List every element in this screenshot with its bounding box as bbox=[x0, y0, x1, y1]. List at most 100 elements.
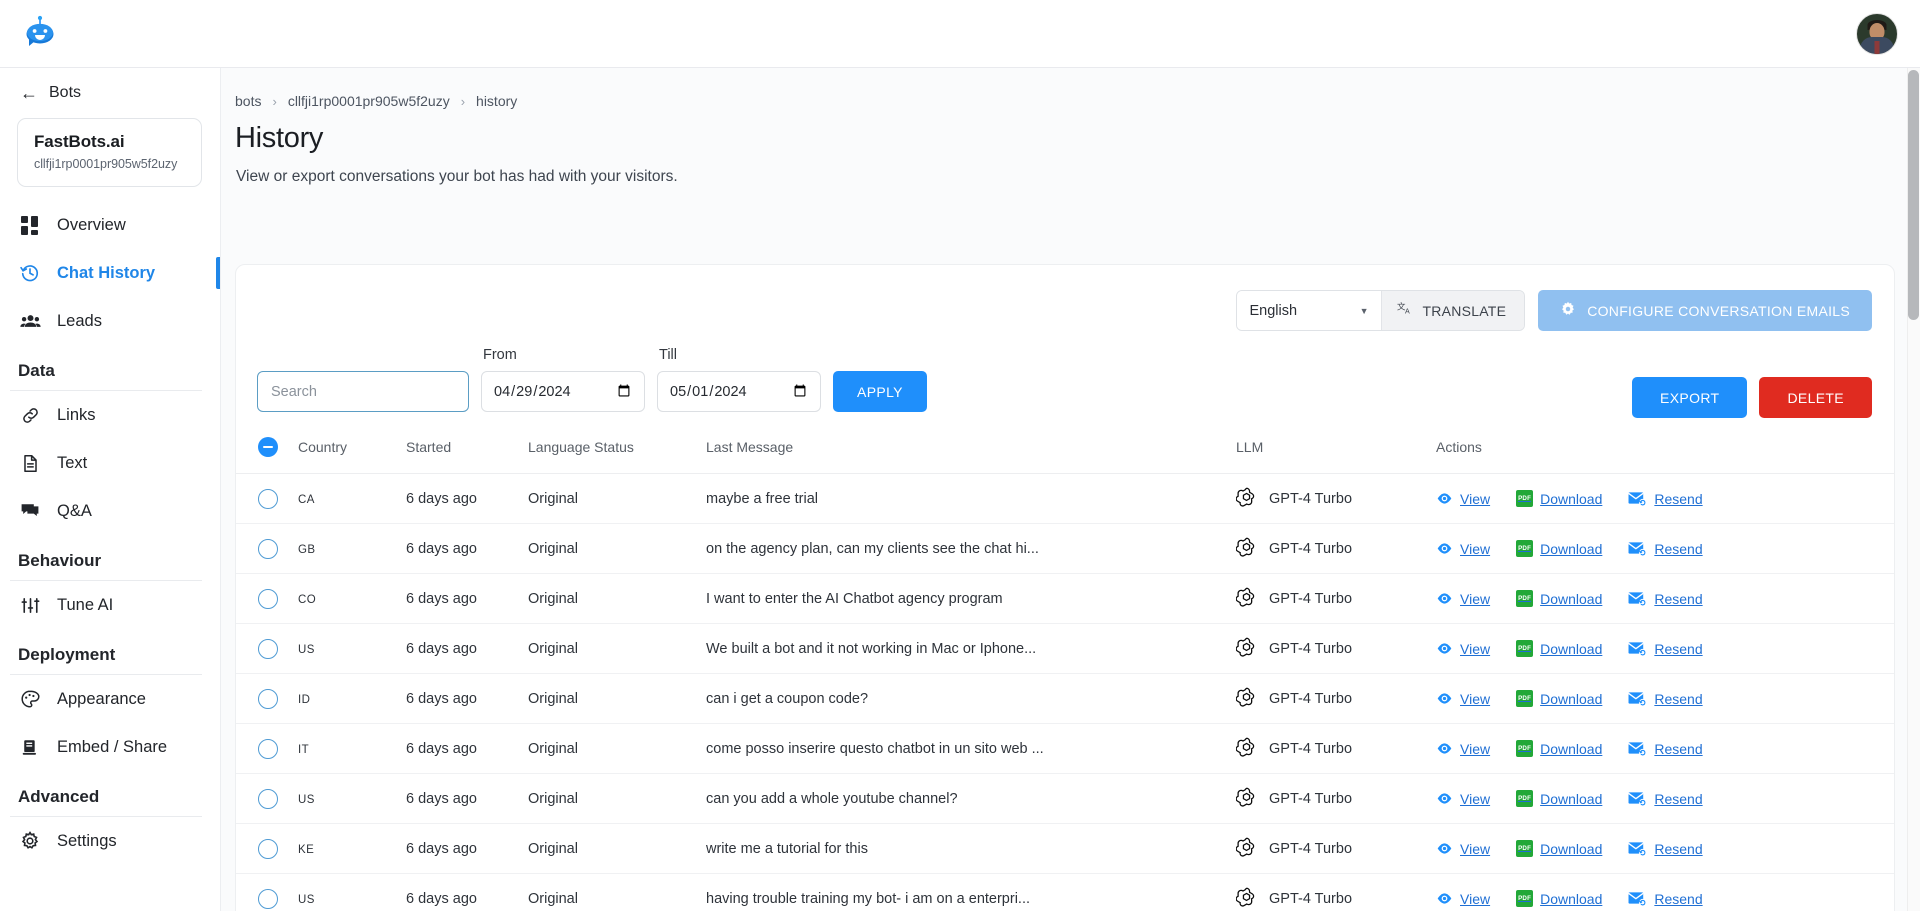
column-header-started[interactable]: Started bbox=[406, 437, 528, 474]
sidebar-item-tune-ai[interactable]: Tune AI bbox=[0, 581, 220, 629]
row-checkbox[interactable] bbox=[258, 738, 278, 759]
sidebar-item-chat-history[interactable]: Chat History bbox=[0, 249, 220, 297]
download-label: Download bbox=[1540, 840, 1603, 857]
view-label: View bbox=[1460, 840, 1491, 857]
row-checkbox[interactable] bbox=[258, 488, 278, 509]
table-row[interactable]: ID 6 days ago Original can i get a coupon c… bbox=[236, 673, 1894, 724]
breadcrumb-item-bot-id[interactable]: cllfji1rp0001pr905w5f2uzy bbox=[288, 93, 450, 109]
view-action[interactable]: View bbox=[1436, 540, 1490, 557]
openai-logo-icon bbox=[1235, 736, 1257, 761]
llm-name: GPT-4 Turbo bbox=[1269, 690, 1353, 707]
row-checkbox[interactable] bbox=[258, 538, 278, 559]
download-action[interactable]: PDF Download bbox=[1516, 590, 1602, 607]
pdf-icon: PDF bbox=[1516, 690, 1534, 707]
resend-action[interactable]: Resend bbox=[1628, 791, 1703, 807]
history-table: Country Started Language Status Last Mes… bbox=[236, 437, 1894, 911]
view-action[interactable]: View bbox=[1436, 690, 1490, 707]
dashboard-icon bbox=[18, 213, 42, 237]
column-header-country[interactable]: Country bbox=[298, 437, 406, 474]
row-last-message-cell: come posso inserire questo chatbot in un… bbox=[706, 723, 1236, 774]
configure-conversation-emails-button[interactable]: CONFIGURE CONVERSATION EMAILS bbox=[1538, 290, 1872, 331]
breadcrumb: bots › cllfji1rp0001pr905w5f2uzy › histo… bbox=[235, 93, 1920, 109]
language-select[interactable]: English ▼ bbox=[1236, 291, 1381, 330]
sidebar-item-overview[interactable]: Overview bbox=[0, 201, 220, 249]
resend-action[interactable]: Resend bbox=[1628, 491, 1703, 507]
avatar[interactable] bbox=[1856, 13, 1898, 55]
row-checkbox[interactable] bbox=[258, 638, 278, 659]
back-to-bots-link[interactable]: ← Bots bbox=[20, 84, 220, 102]
row-checkbox[interactable] bbox=[258, 888, 278, 909]
page-scrollbar-track[interactable] bbox=[1907, 68, 1920, 911]
download-action[interactable]: PDF Download bbox=[1516, 640, 1602, 657]
row-checkbox[interactable] bbox=[258, 838, 278, 859]
apply-button[interactable]: APPLY bbox=[833, 371, 927, 412]
table-row[interactable]: US 6 days ago Original can you add a whole … bbox=[236, 773, 1894, 824]
page-scrollbar-thumb[interactable] bbox=[1908, 70, 1919, 320]
search-input[interactable] bbox=[257, 371, 469, 412]
column-header-last-message[interactable]: Last Message bbox=[706, 437, 1236, 474]
row-last-message-cell: I want to enter the AI Chatbot agency pr… bbox=[706, 573, 1236, 624]
resend-action[interactable]: Resend bbox=[1628, 641, 1703, 657]
current-bot-card[interactable]: FastBots.ai cllfji1rp0001pr905w5f2uzy bbox=[17, 118, 202, 187]
row-last-message-cell: on the agency plan, can my clients see t… bbox=[706, 523, 1236, 574]
from-date-input[interactable] bbox=[481, 371, 645, 412]
till-date-input[interactable] bbox=[657, 371, 821, 412]
view-action[interactable]: View bbox=[1436, 490, 1490, 507]
resend-action[interactable]: Resend bbox=[1628, 691, 1703, 707]
table-row[interactable]: CA 6 days ago Original maybe a free trial GP… bbox=[236, 473, 1894, 524]
resend-action[interactable]: Resend bbox=[1628, 541, 1703, 557]
sidebar-item-text[interactable]: Text bbox=[0, 439, 220, 487]
export-button[interactable]: EXPORT bbox=[1632, 377, 1748, 418]
resend-action[interactable]: Resend bbox=[1628, 591, 1703, 607]
sliders-icon bbox=[18, 593, 42, 617]
row-actions-cell: View PDF Download Resend bbox=[1436, 623, 1894, 674]
sidebar-item-links[interactable]: Links bbox=[0, 391, 220, 439]
view-action[interactable]: View bbox=[1436, 790, 1490, 807]
view-action[interactable]: View bbox=[1436, 640, 1490, 657]
view-action[interactable]: View bbox=[1436, 740, 1490, 757]
view-action[interactable]: View bbox=[1436, 840, 1490, 857]
download-action[interactable]: PDF Download bbox=[1516, 740, 1602, 757]
download-action[interactable]: PDF Download bbox=[1516, 690, 1602, 707]
fastbots-logo-icon[interactable] bbox=[14, 8, 66, 60]
last-message-text: write me a tutorial for this bbox=[706, 840, 868, 857]
sidebar-item-label: Q&A bbox=[57, 501, 92, 520]
table-head: Country Started Language Status Last Mes… bbox=[236, 437, 1894, 474]
sidebar-item-embed-share[interactable]: Embed / Share bbox=[0, 723, 220, 771]
select-all-checkbox[interactable] bbox=[258, 437, 278, 457]
translate-button[interactable]: 文 A TRANSLATE bbox=[1380, 291, 1525, 330]
column-header-llm[interactable]: LLM bbox=[1236, 437, 1436, 474]
column-header-language-status[interactable]: Language Status bbox=[528, 437, 706, 474]
resend-action[interactable]: Resend bbox=[1628, 741, 1703, 757]
breadcrumb-item-bots[interactable]: bots bbox=[235, 93, 261, 109]
resend-action[interactable]: Resend bbox=[1628, 841, 1703, 857]
row-checkbox[interactable] bbox=[258, 688, 278, 709]
sidebar-item-qa[interactable]: Q&A bbox=[0, 487, 220, 535]
table-row[interactable]: IT 6 days ago Original come posso inserire … bbox=[236, 723, 1894, 774]
row-checkbox[interactable] bbox=[258, 788, 278, 809]
view-action[interactable]: View bbox=[1436, 890, 1490, 907]
sidebar-item-leads[interactable]: Leads bbox=[0, 297, 220, 345]
table-row[interactable]: US 6 days ago Original We built a bot and i… bbox=[236, 623, 1894, 674]
download-action[interactable]: PDF Download bbox=[1516, 890, 1602, 907]
breadcrumb-item-history[interactable]: history bbox=[476, 93, 517, 109]
sidebar-item-settings[interactable]: Settings bbox=[0, 817, 220, 865]
history-table-container: Country Started Language Status Last Mes… bbox=[236, 437, 1894, 911]
download-action[interactable]: PDF Download bbox=[1516, 840, 1602, 857]
sidebar-item-appearance[interactable]: Appearance bbox=[0, 675, 220, 723]
download-label: Download bbox=[1540, 490, 1603, 507]
delete-button[interactable]: DELETE bbox=[1759, 377, 1872, 418]
download-action[interactable]: PDF Download bbox=[1516, 790, 1602, 807]
history-icon bbox=[18, 261, 42, 285]
download-action[interactable]: PDF Download bbox=[1516, 540, 1602, 557]
table-row[interactable]: KE 6 days ago Original write me a tutorial … bbox=[236, 823, 1894, 874]
pdf-icon: PDF bbox=[1516, 490, 1534, 507]
row-checkbox[interactable] bbox=[258, 588, 278, 609]
download-action[interactable]: PDF Download bbox=[1516, 490, 1602, 507]
table-row[interactable]: CO 6 days ago Original I want to enter the … bbox=[236, 573, 1894, 624]
table-row[interactable]: GB 6 days ago Original on the agency plan, … bbox=[236, 523, 1894, 574]
sidebar-item-label: Appearance bbox=[57, 689, 146, 708]
view-action[interactable]: View bbox=[1436, 590, 1490, 607]
resend-action[interactable]: Resend bbox=[1628, 891, 1703, 907]
table-row[interactable]: US 6 days ago Original having trouble train… bbox=[236, 873, 1894, 911]
